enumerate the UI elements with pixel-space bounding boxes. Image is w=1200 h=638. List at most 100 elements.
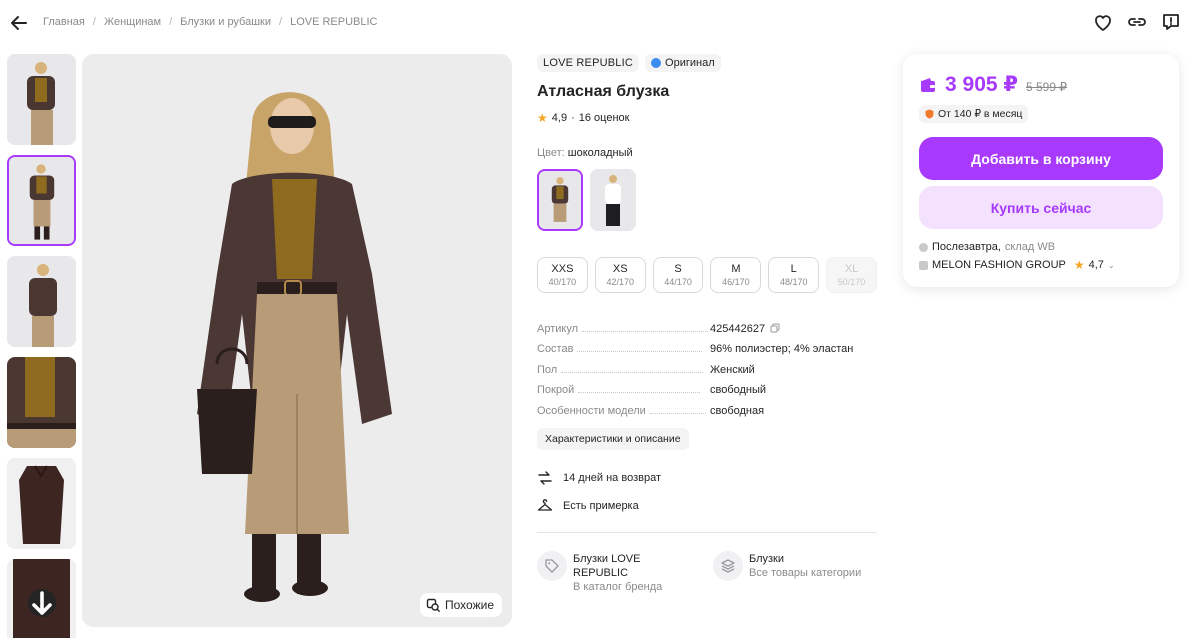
star-icon: ★ xyxy=(537,111,548,125)
add-to-cart-button[interactable]: Добавить в корзину xyxy=(919,137,1163,180)
size-label: XS xyxy=(612,263,628,275)
buy-now-button[interactable]: Купить сейчас xyxy=(919,186,1163,229)
spec-value: 425442627 xyxy=(710,323,780,335)
thumbnail-image xyxy=(7,54,76,145)
stack-icon xyxy=(713,550,743,581)
hanger-icon xyxy=(537,498,553,511)
scroll-down-button[interactable] xyxy=(28,589,56,617)
size-option[interactable]: XXS 40/170 xyxy=(537,257,588,293)
size-option[interactable]: S 44/170 xyxy=(652,257,704,293)
reviews-count: 16 оценок xyxy=(578,112,630,124)
size-option[interactable]: L 48/170 xyxy=(768,257,820,293)
spec-row: Артикул 425442627 xyxy=(537,314,877,335)
copy-icon[interactable] xyxy=(770,323,780,333)
spec-key: Пол xyxy=(537,363,558,376)
spec-value: 96% полиэстер; 4% эластан xyxy=(710,343,854,355)
breadcrumb-item[interactable]: Блузки и рубашки xyxy=(180,16,271,28)
similar-label: Похожие xyxy=(445,598,494,612)
report-icon[interactable] xyxy=(1160,11,1182,33)
old-price: 5 599 ₽ xyxy=(1026,80,1067,94)
size-label: L xyxy=(790,263,797,275)
spec-leader xyxy=(577,351,703,352)
heart-icon[interactable] xyxy=(1092,11,1114,33)
similar-button[interactable]: Похожие xyxy=(420,593,502,617)
thumbnail[interactable] xyxy=(7,559,76,638)
back-arrow-icon[interactable] xyxy=(8,12,30,34)
similar-icon xyxy=(426,598,440,612)
arrow-down-icon xyxy=(32,591,52,615)
current-price: 3 905 ₽ xyxy=(945,73,1018,96)
spec-row: Состав 96% полиэстер; 4% эластан xyxy=(537,335,877,355)
breadcrumb-item[interactable]: Женщинам xyxy=(104,16,161,28)
link-icon[interactable] xyxy=(1126,11,1148,33)
color-label: Цвет: шоколадный xyxy=(537,147,877,159)
perk-fitting: Есть примерка xyxy=(537,498,877,514)
breadcrumb-separator: / xyxy=(169,16,173,28)
delivery-info: Послезавтра, склад WB xyxy=(919,241,1163,253)
spec-list: Артикул 425442627 Состав 96% полиэстер; … xyxy=(537,314,877,417)
installment-text: От 140 ₽ в месяц xyxy=(938,108,1023,120)
perk-label: Есть примерка xyxy=(563,499,639,512)
rating-separator: · xyxy=(571,112,575,124)
thumbnail-image xyxy=(9,157,74,244)
shop-icon xyxy=(919,260,928,270)
color-swatch-active[interactable] xyxy=(537,169,583,231)
product-info: LOVE REPUBLIC Оригинал Атласная блузка ★… xyxy=(537,54,877,594)
thumbnail[interactable] xyxy=(7,357,76,448)
brand-catalog-link[interactable]: Блузки LOVE REPUBLIC В каталог бренда xyxy=(537,550,697,594)
seller-name: MELON FASHION GROUP xyxy=(932,259,1066,271)
thumbnail-image xyxy=(7,256,76,347)
link-title: Блузки LOVE REPUBLIC xyxy=(573,552,641,579)
size-ru: 48/170 xyxy=(779,277,808,287)
rating-row[interactable]: ★ 4,9 · 16 оценок xyxy=(537,111,877,125)
article-number: 425442627 xyxy=(710,322,766,335)
description-button[interactable]: Характеристики и описание xyxy=(537,427,689,450)
seller-rating: 4,7 xyxy=(1088,259,1104,271)
size-option[interactable]: M 46/170 xyxy=(710,257,762,293)
thumbnail[interactable] xyxy=(7,458,76,549)
brand-chip[interactable]: LOVE REPUBLIC xyxy=(537,54,640,72)
spec-leader xyxy=(561,371,704,373)
perk-label: 14 дней на возврат xyxy=(563,471,661,484)
size-ru: 44/170 xyxy=(664,277,692,287)
top-bar: Главная / Женщинам / Блузки и рубашки / LOV… xyxy=(0,0,1200,46)
size-option[interactable]: XS 42/170 xyxy=(594,257,646,293)
seller-info[interactable]: MELON FASHION GROUP ★ 4,7 ⌄ xyxy=(919,258,1163,272)
shield-icon xyxy=(925,109,934,119)
size-ru: 42/170 xyxy=(606,277,634,287)
rating-value: 4,9 xyxy=(551,112,568,124)
color-value: шоколадный xyxy=(567,147,633,159)
color-swatch[interactable] xyxy=(590,169,636,231)
spec-row: Покрой свободный xyxy=(537,376,877,396)
spec-key: Состав xyxy=(537,343,574,355)
spec-key: Артикул xyxy=(537,322,579,335)
star-icon: ★ xyxy=(1073,258,1085,272)
size-label: S xyxy=(674,263,682,275)
product-image xyxy=(82,54,512,627)
thumbnail[interactable] xyxy=(7,54,76,145)
verified-icon xyxy=(651,58,662,68)
warehouse: склад WB xyxy=(1004,241,1056,253)
size-ru: 40/170 xyxy=(548,277,577,287)
tag-icon xyxy=(537,550,567,581)
thumbnail-active[interactable] xyxy=(7,155,76,246)
spec-leader xyxy=(582,330,709,332)
spec-value: Женский xyxy=(710,363,755,376)
breadcrumb-item[interactable]: Главная xyxy=(43,16,85,28)
main-product-photo[interactable]: Похожие xyxy=(82,54,512,627)
brand-row: LOVE REPUBLIC Оригинал xyxy=(537,54,877,72)
price-row: 3 905 ₽ 5 599 ₽ xyxy=(919,72,1163,97)
installment-badge[interactable]: От 140 ₽ в месяц xyxy=(919,105,1029,123)
wallet-icon xyxy=(921,77,935,92)
category-link[interactable]: Блузки Все товары категории xyxy=(713,550,873,594)
return-icon xyxy=(538,470,552,485)
size-ru: 46/170 xyxy=(722,277,750,287)
breadcrumb-item[interactable]: LOVE REPUBLIC xyxy=(290,16,377,28)
link-subtitle: Все товары категории xyxy=(749,566,862,579)
divider xyxy=(537,531,877,533)
spec-value: свободная xyxy=(710,404,765,417)
size-ru: 50/170 xyxy=(837,277,866,287)
thumbnail[interactable] xyxy=(7,256,76,347)
chevron-down-icon: ⌄ xyxy=(1107,260,1115,270)
size-selector: XXS 40/170 XS 42/170 S 44/170 M 46/170 L 48/1… xyxy=(537,257,877,293)
